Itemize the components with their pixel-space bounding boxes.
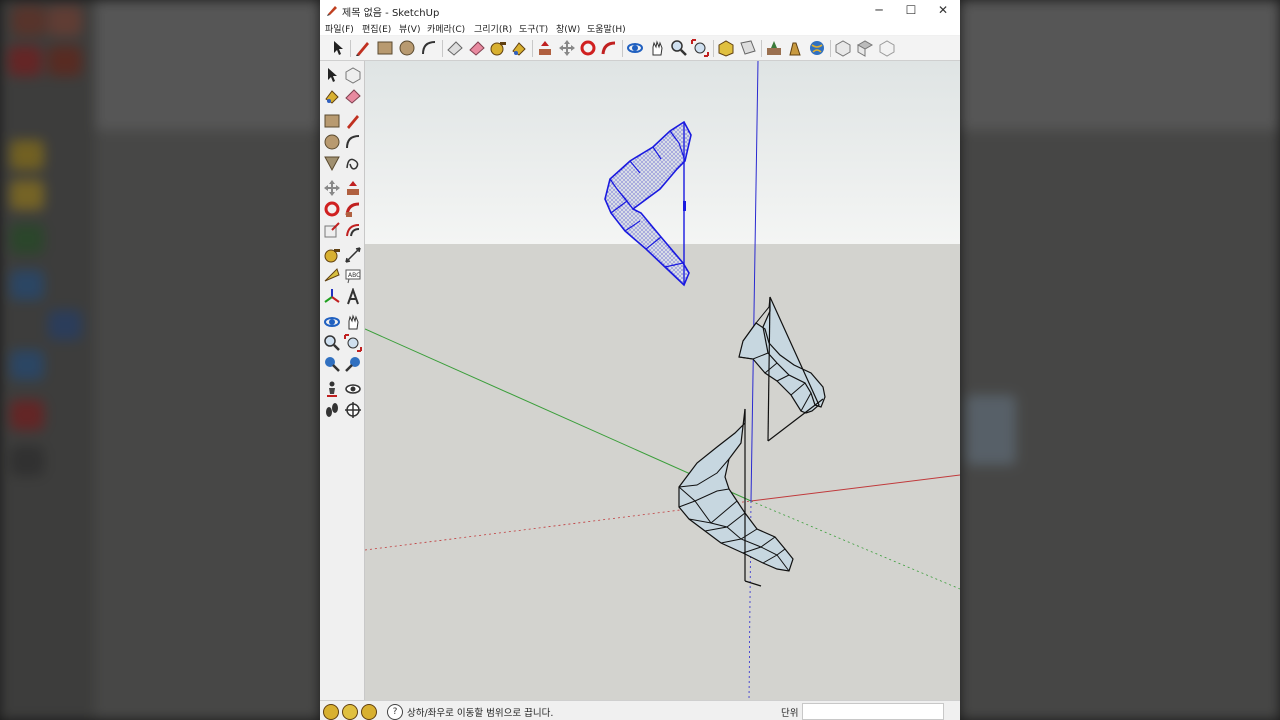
freehand-icon[interactable] <box>344 154 362 172</box>
menu-file[interactable]: 파일(F) <box>325 22 354 35</box>
orbit-icon[interactable] <box>626 39 644 57</box>
geo-location-icon[interactable] <box>323 704 339 720</box>
protractor-icon[interactable] <box>323 267 341 285</box>
main-toolbar <box>320 36 960 61</box>
view-top-icon[interactable] <box>856 39 874 57</box>
paint-bucket-icon[interactable] <box>323 87 341 105</box>
tape-measure-icon[interactable] <box>323 246 341 264</box>
axes-icon[interactable] <box>323 288 341 306</box>
paint-bucket-icon[interactable] <box>468 39 486 57</box>
menu-tools[interactable]: 도구(T) <box>519 22 548 35</box>
zoom-extents-icon[interactable] <box>344 334 362 352</box>
close-button[interactable]: ✕ <box>927 0 959 21</box>
section-plane-icon[interactable] <box>739 39 757 57</box>
menu-camera[interactable]: 카메라(C) <box>427 22 465 35</box>
section-plane-icon[interactable] <box>344 401 362 419</box>
look-around-icon[interactable] <box>344 380 362 398</box>
orbit-icon[interactable] <box>323 313 341 331</box>
move-icon[interactable] <box>323 179 341 197</box>
credits-icon[interactable] <box>342 704 358 720</box>
pencil-icon[interactable] <box>354 39 372 57</box>
follow-me-icon[interactable] <box>344 200 362 218</box>
title-bar: 제목 없음 - SketchUp ─ ☐ ✕ <box>320 0 960 22</box>
menu-bar: 파일(F) 편집(E) 뷰(V) 카메라(C) 그리기(R) 도구(T) 창(W… <box>320 21 960 35</box>
measurement-input[interactable] <box>802 703 944 720</box>
follow-me-icon[interactable] <box>600 39 618 57</box>
push-pull-icon[interactable] <box>536 39 554 57</box>
globe-icon[interactable] <box>808 39 826 57</box>
sketchup-logo-icon <box>327 6 337 16</box>
rectangle-icon[interactable] <box>376 39 394 57</box>
zoom-extents-icon[interactable] <box>691 39 709 57</box>
zoom-icon[interactable] <box>670 39 688 57</box>
menu-view[interactable]: 뷰(V) <box>399 22 420 35</box>
model-viewport[interactable] <box>365 61 960 700</box>
left-toolbar: ABC <box>320 61 365 700</box>
rotate-icon[interactable] <box>323 200 341 218</box>
help-icon[interactable]: ? <box>387 704 403 720</box>
eraser-icon[interactable] <box>446 39 464 57</box>
measurement-label: 단위 <box>781 708 799 719</box>
move-icon[interactable] <box>558 39 576 57</box>
circle-icon[interactable] <box>398 39 416 57</box>
select-icon[interactable] <box>329 39 347 57</box>
sign-in-icon[interactable] <box>361 704 377 720</box>
text-icon[interactable]: ABC <box>344 267 362 285</box>
scale-icon[interactable] <box>323 221 341 239</box>
add-location-icon[interactable] <box>765 39 783 57</box>
3d-warehouse-icon[interactable] <box>717 39 735 57</box>
next-view-icon[interactable] <box>344 355 362 373</box>
background-blur-right <box>960 0 1280 720</box>
circle-icon[interactable] <box>323 133 341 151</box>
position-camera-icon[interactable] <box>323 380 341 398</box>
ground <box>365 244 960 700</box>
dimension-icon[interactable] <box>344 246 362 264</box>
window-title: 제목 없음 - SketchUp <box>342 8 440 19</box>
view-front-icon[interactable] <box>878 39 896 57</box>
components-icon[interactable] <box>786 39 804 57</box>
pan-icon[interactable] <box>344 313 362 331</box>
background-blur-left <box>0 0 320 720</box>
rectangle-icon[interactable] <box>323 112 341 130</box>
previous-view-icon[interactable] <box>323 355 341 373</box>
arc-icon[interactable] <box>420 39 438 57</box>
polygon-icon[interactable] <box>323 154 341 172</box>
svg-text:ABC: ABC <box>348 272 360 279</box>
menu-help[interactable]: 도움말(H) <box>587 22 626 35</box>
eraser-icon[interactable] <box>344 87 362 105</box>
arc-icon[interactable] <box>344 133 362 151</box>
3d-text-icon[interactable] <box>344 288 362 306</box>
select-icon[interactable] <box>323 66 341 84</box>
minimize-button[interactable]: ─ <box>863 0 895 21</box>
view-iso-icon[interactable] <box>834 39 852 57</box>
walk-icon[interactable] <box>323 401 341 419</box>
status-message: 상하/좌우로 이동할 범위으로 끕니다. <box>407 708 554 719</box>
zoom-icon[interactable] <box>323 334 341 352</box>
make-component-icon[interactable] <box>344 66 362 84</box>
menu-draw[interactable]: 그리기(R) <box>474 22 512 35</box>
offset-icon[interactable] <box>344 221 362 239</box>
sketchup-window: 제목 없음 - SketchUp ─ ☐ ✕ 파일(F) 편집(E) 뷰(V) … <box>320 0 960 720</box>
menu-edit[interactable]: 편집(E) <box>362 22 391 35</box>
pan-icon[interactable] <box>648 39 666 57</box>
rotate-icon[interactable] <box>579 39 597 57</box>
maximize-button[interactable]: ☐ <box>895 0 927 21</box>
tape-measure-icon[interactable] <box>489 39 507 57</box>
menu-window[interactable]: 창(W) <box>556 22 580 35</box>
push-pull-icon[interactable] <box>344 179 362 197</box>
paint-icon[interactable] <box>510 39 528 57</box>
status-bar: ? 상하/좌우로 이동할 범위으로 끕니다. 단위 <box>320 700 960 720</box>
line-icon[interactable] <box>344 112 362 130</box>
